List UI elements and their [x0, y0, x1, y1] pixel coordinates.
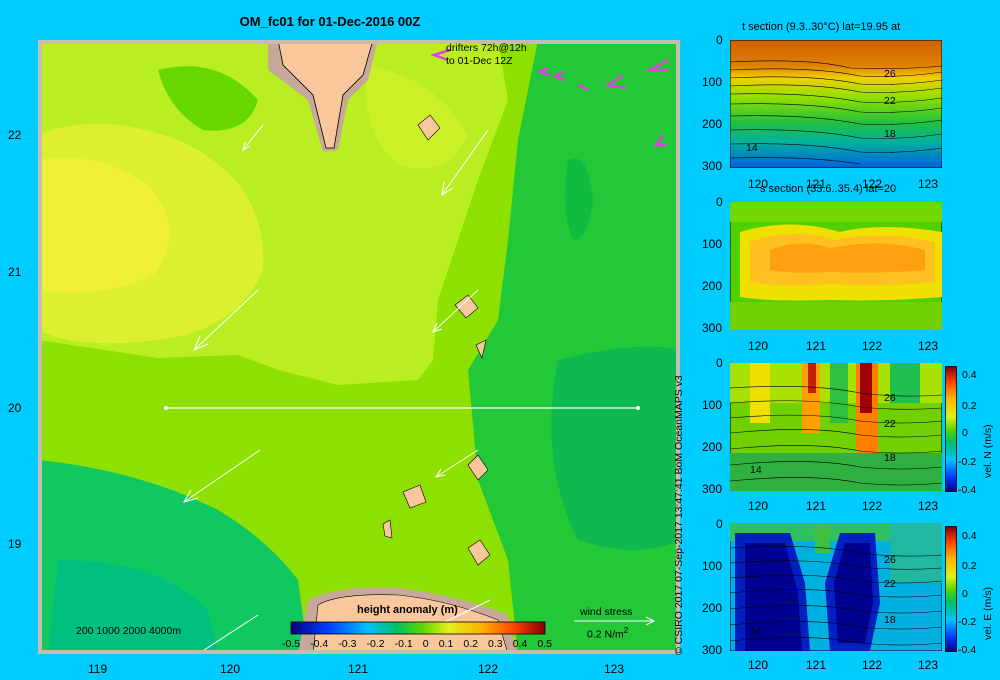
e-ytick-0: 0 — [716, 517, 723, 531]
s-ytick-300: 300 — [702, 321, 723, 335]
depth-legend: 200 1000 2000 4000m — [76, 625, 182, 637]
t-contour-label-22: 22 — [884, 95, 896, 107]
height-anomaly-colorbar — [290, 621, 546, 635]
e-cb-tick-3: -0.2 — [958, 616, 977, 628]
n-contour-label-18: 18 — [884, 452, 896, 464]
e-xtick-121: 121 — [806, 658, 827, 672]
n-contour-label-26: 26 — [884, 392, 896, 404]
t-ytick-200: 200 — [702, 117, 723, 131]
vel-n-colorbar — [945, 366, 957, 492]
copyright-text: © CSIRO 2017 07-Sep-2017 13:47:41 BoM Oc… — [673, 375, 685, 655]
e-cb-tick-0: 0.4 — [962, 530, 977, 542]
s-ytick-0: 0 — [716, 195, 723, 209]
sea-level-map — [38, 40, 680, 654]
s-xtick-123: 123 — [918, 339, 939, 353]
e-ytick-100: 100 — [702, 559, 723, 573]
e-ytick-300: 300 — [702, 643, 723, 657]
e-xtick-122: 122 — [862, 658, 883, 672]
vel-n-colorbar-label: vel. N (m/s) — [982, 424, 994, 478]
t-ytick-300: 300 — [702, 159, 723, 173]
t-contour-label-26: 26 — [884, 68, 896, 80]
n-xtick-120: 120 — [748, 499, 769, 513]
s-xtick-121: 121 — [806, 339, 827, 353]
e-cb-tick-1: 0.2 — [962, 560, 977, 572]
vel-e-colorbar-label: vel. E (m/s) — [982, 586, 994, 640]
n-cb-tick-4: -0.4 — [958, 484, 977, 496]
n-cb-tick-2: 0 — [962, 427, 968, 439]
e-cb-tick-4: -0.4 — [958, 644, 977, 656]
s-ytick-100: 100 — [702, 237, 723, 251]
t-contour-label-14: 14 — [746, 142, 758, 154]
n-cb-tick-0: 0.4 — [962, 369, 977, 381]
n-contour-label-22: 22 — [884, 418, 896, 430]
colorbar-ticks: -0.5 -0.4 -0.3 -0.2 -0.1 0 0.1 0.2 0.3 0… — [282, 638, 552, 650]
s-xtick-122: 122 — [862, 339, 883, 353]
lon-tick-119: 119 — [88, 662, 108, 676]
n-xtick-121: 121 — [806, 499, 827, 513]
drifters-label-line1: drifters 72h@12h — [446, 42, 527, 54]
lat-tick-19: 19 — [8, 537, 22, 551]
e-contour-label-26: 26 — [884, 554, 896, 566]
t-ytick-100: 100 — [702, 75, 723, 89]
n-contour-label-14: 14 — [750, 464, 762, 476]
s-ytick-200: 200 — [702, 279, 723, 293]
n-cb-tick-3: -0.2 — [958, 456, 977, 468]
wind-stress-value: 0.2 N/m2 — [587, 626, 629, 641]
e-cb-tick-2: 0 — [962, 588, 968, 600]
t-section-panel — [730, 40, 942, 168]
lat-tick-21: 21 — [8, 265, 22, 279]
s-section-panel — [730, 202, 942, 330]
lat-tick-20: 20 — [8, 401, 22, 415]
lon-tick-123: 123 — [604, 662, 625, 676]
lon-tick-122: 122 — [478, 662, 499, 676]
e-contour-label-22: 22 — [884, 578, 896, 590]
t-ytick-0: 0 — [716, 33, 723, 47]
t-section-title: t section (9.3..30°C) lat=19.95 at — [742, 21, 901, 33]
n-ytick-0: 0 — [716, 356, 723, 370]
lon-tick-121: 121 — [348, 662, 369, 676]
e-contour-label-18: 18 — [884, 614, 896, 626]
drifters-label-line2: to 01-Dec 12Z — [446, 55, 513, 67]
t-xtick-123: 123 — [918, 177, 939, 191]
lat-tick-22: 22 — [8, 128, 22, 142]
e-xtick-123: 123 — [918, 658, 939, 672]
n-xtick-122: 122 — [862, 499, 883, 513]
e-contour-label-14: 14 — [750, 625, 762, 637]
s-xtick-120: 120 — [748, 339, 769, 353]
n-cb-tick-1: 0.2 — [962, 400, 977, 412]
s-section-title: s section (33.6..35.4) lat=20 — [760, 183, 897, 195]
t-contour-label-18: 18 — [884, 128, 896, 140]
n-xtick-123: 123 — [918, 499, 939, 513]
n-ytick-100: 100 — [702, 398, 723, 412]
lon-tick-120: 120 — [220, 662, 241, 676]
vel-e-colorbar — [945, 526, 957, 652]
e-ytick-200: 200 — [702, 601, 723, 615]
n-ytick-200: 200 — [702, 440, 723, 454]
colorbar-title: height anomaly (m) — [357, 604, 458, 616]
n-ytick-300: 300 — [702, 482, 723, 496]
e-xtick-120: 120 — [748, 658, 769, 672]
map-title: OM_fc01 for 01-Dec-2016 00Z — [239, 14, 421, 29]
